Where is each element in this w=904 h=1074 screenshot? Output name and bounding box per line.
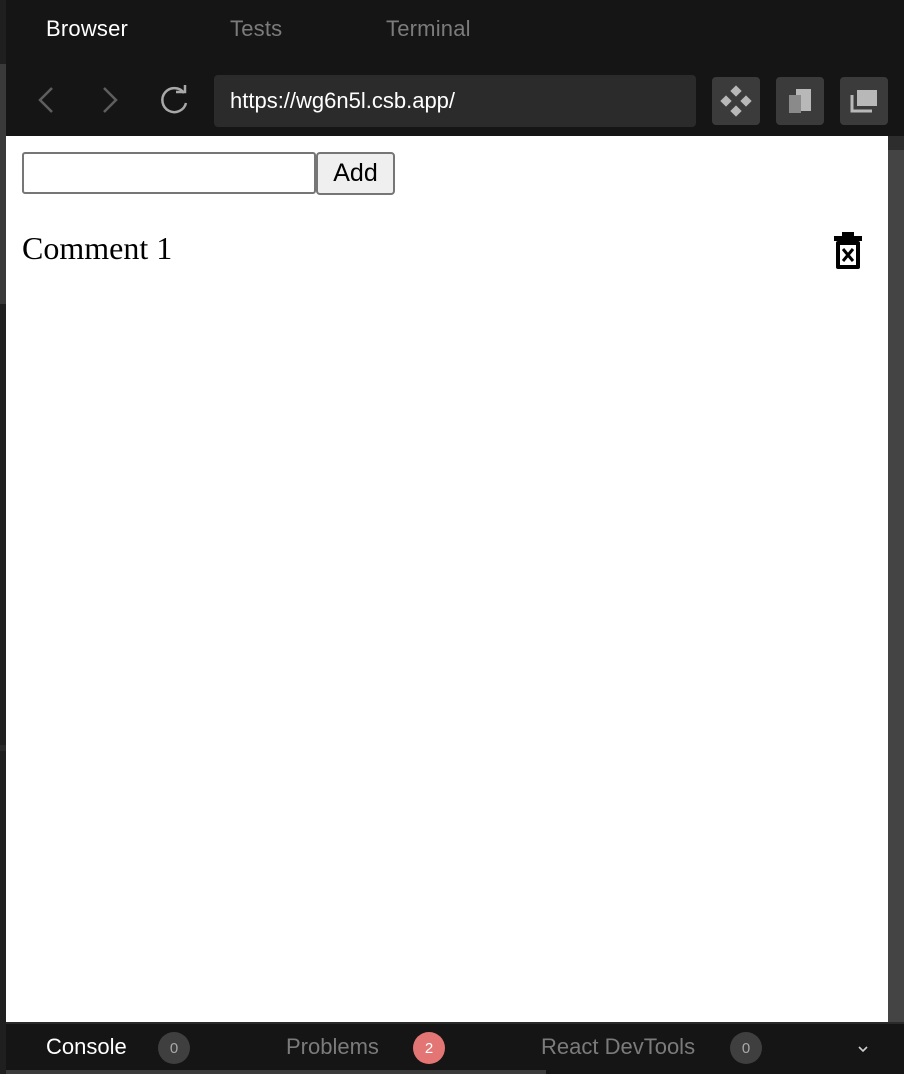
preview-scrollbar[interactable] xyxy=(888,136,904,1022)
copy-icon[interactable] xyxy=(776,77,824,125)
tab-tests[interactable]: Tests xyxy=(230,16,282,42)
problems-count-badge: 2 xyxy=(413,1032,445,1064)
url-bar[interactable]: https://wg6n5l.csb.app/ xyxy=(214,75,696,127)
comment-input[interactable] xyxy=(22,152,316,194)
tab-terminal[interactable]: Terminal xyxy=(386,16,471,42)
chevron-left-icon[interactable] xyxy=(28,82,64,118)
sandbox-window: Browser Tests Terminal https://wg6n5l.cs… xyxy=(0,0,904,1074)
trash-x-icon[interactable] xyxy=(832,232,864,270)
window-stack-icon[interactable] xyxy=(840,77,888,125)
chevron-right-icon[interactable] xyxy=(92,82,128,118)
url-text: https://wg6n5l.csb.app/ xyxy=(230,88,456,113)
console-count-badge: 0 xyxy=(158,1032,190,1064)
diamond-grid-icon[interactable] xyxy=(712,77,760,125)
panel-divider xyxy=(6,1070,546,1074)
scrollbar-thumb[interactable] xyxy=(888,136,904,150)
comment-text: Comment 1 xyxy=(22,230,173,266)
chevron-down-icon[interactable] xyxy=(856,1042,872,1058)
panel-tabs: Browser Tests Terminal xyxy=(6,0,904,62)
reload-icon[interactable] xyxy=(157,82,193,118)
preview-viewport: Add Comment 1 xyxy=(6,136,888,1022)
tab-browser[interactable]: Browser xyxy=(46,16,128,42)
tab-console[interactable]: Console xyxy=(46,1034,127,1060)
tab-problems[interactable]: Problems xyxy=(286,1034,379,1060)
devtools-count-badge: 0 xyxy=(730,1032,762,1064)
devtools-tabs: Console 0 Problems 2 React DevTools 0 xyxy=(6,1022,904,1074)
tab-react-devtools[interactable]: React DevTools xyxy=(541,1034,695,1060)
browser-navbar: https://wg6n5l.csb.app/ xyxy=(6,62,904,136)
add-button[interactable]: Add xyxy=(316,152,395,195)
